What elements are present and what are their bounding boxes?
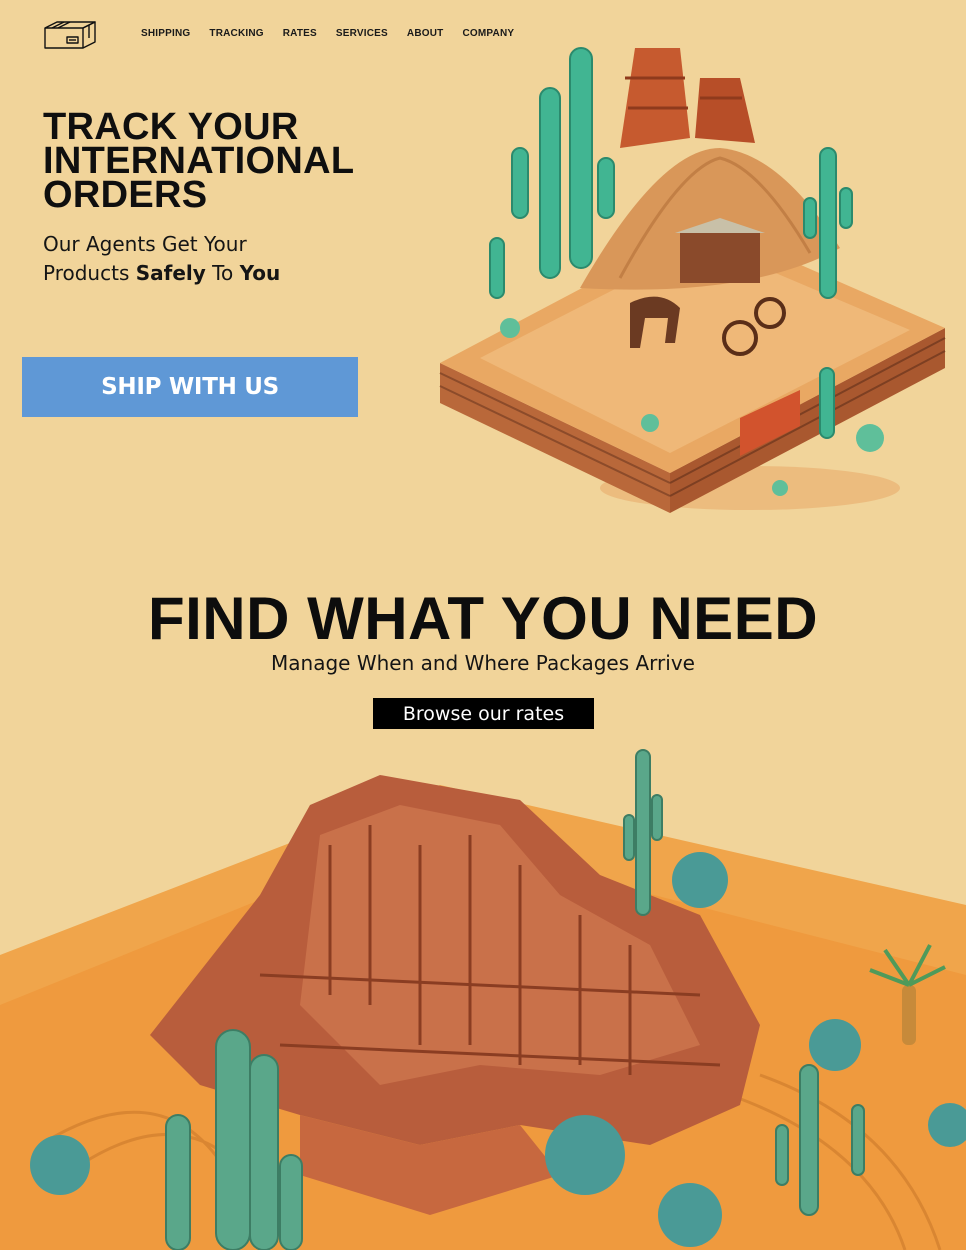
hero-subtitle-emphasis: Safely — [135, 261, 206, 285]
package-box-icon[interactable] — [43, 18, 97, 50]
hero-title-line: ORDERS — [43, 174, 208, 216]
canyon-illustration — [0, 749, 966, 1250]
nav-tracking[interactable]: TRACKING — [209, 28, 263, 39]
hero-subtitle-emphasis: You — [239, 261, 281, 285]
hero-title-line: INTERNATIONAL — [43, 140, 355, 182]
hero-subtitle-text: To — [205, 261, 240, 285]
hero-title-line: TRACK YOUR — [43, 106, 299, 148]
browse-rates-button[interactable]: Browse our rates — [373, 698, 594, 729]
section-subtitle: Manage When and Where Packages Arrive — [271, 651, 695, 675]
desert-tile-illustration — [439, 47, 946, 513]
landing-page: SHIPPING TRACKING RATES SERVICES ABOUT C… — [0, 0, 966, 1250]
hero-subtitle-text: Products — [43, 261, 136, 285]
nav-services[interactable]: SERVICES — [336, 28, 388, 39]
hero-title: TRACK YOUR INTERNATIONAL ORDERS — [43, 106, 403, 216]
nav-shipping[interactable]: SHIPPING — [141, 28, 190, 39]
hero-subtitle-line1: Our Agents Get Your — [43, 232, 247, 256]
hero-subtitle: Our Agents Get Your Products Safely To Y… — [43, 230, 343, 288]
ship-with-us-button[interactable]: SHIP WITH US — [22, 357, 358, 417]
nav-rates[interactable]: RATES — [283, 28, 317, 39]
section-title: FIND WHAT YOU NEED — [147, 585, 819, 652]
